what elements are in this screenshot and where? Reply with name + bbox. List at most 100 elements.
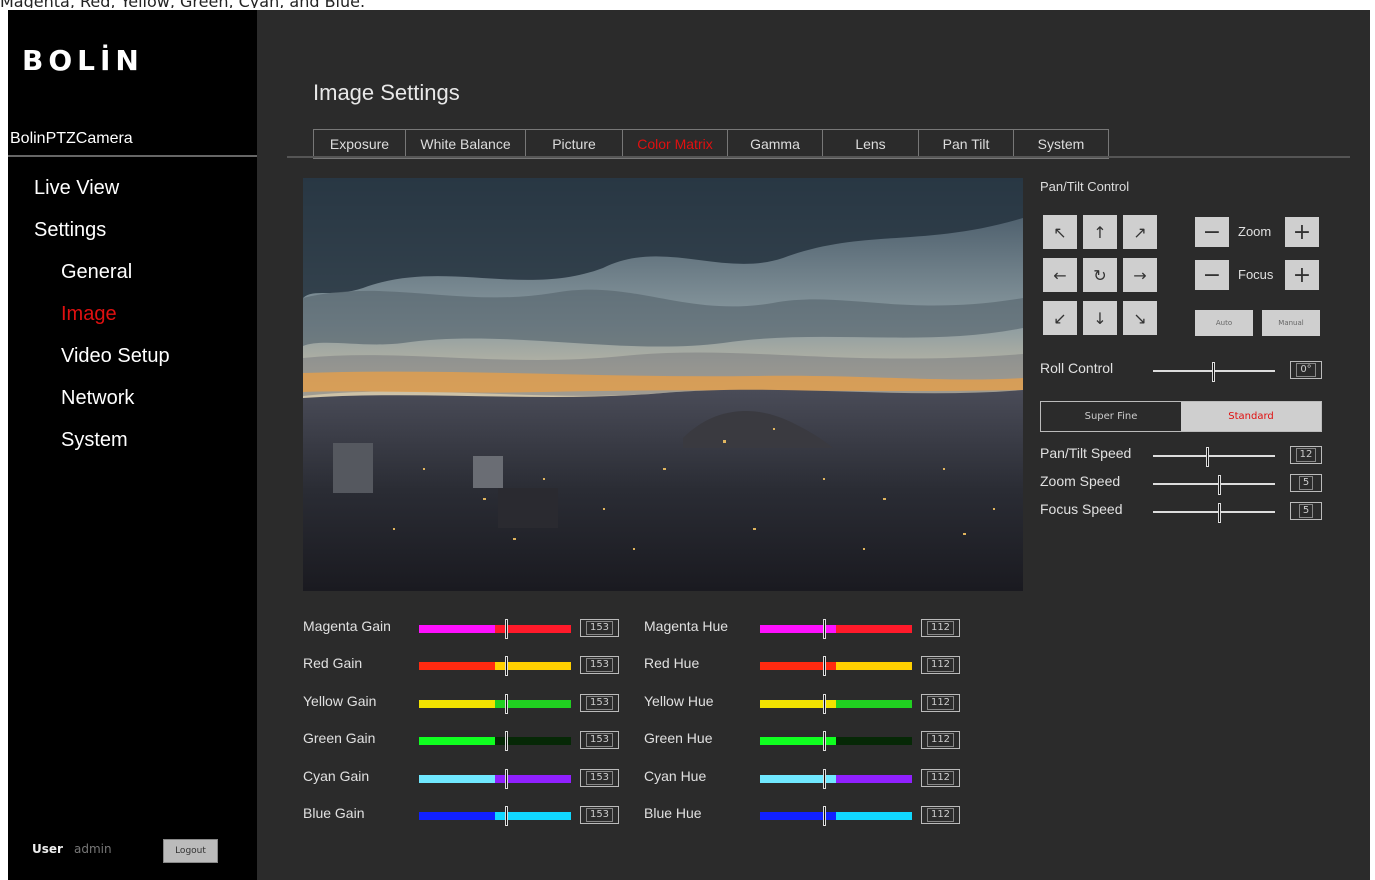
yellow-gain-slider[interactable] (419, 694, 571, 714)
focus-speed-row: Focus Speed 5 (1040, 501, 1322, 523)
focus-near-button[interactable]: − (1195, 260, 1229, 290)
focus-speed-value[interactable]: 5 (1290, 502, 1322, 520)
green-gain-slider[interactable] (419, 731, 571, 751)
device-name: BolinPTZCamera (10, 130, 133, 147)
magenta-gain-value[interactable]: 153 (580, 619, 619, 637)
slider-thumb[interactable] (823, 619, 826, 639)
green-gain-row: Green Gain 153 (303, 730, 619, 751)
roll-control-slider[interactable] (1153, 362, 1275, 382)
blue-hue-value[interactable]: 112 (921, 806, 960, 824)
nav-image[interactable]: Image (61, 303, 117, 326)
red-hue-value[interactable]: 112 (921, 656, 960, 674)
green-hue-row: Green Hue 112 (644, 730, 960, 751)
slider-thumb[interactable] (1218, 475, 1221, 495)
camera-preview (303, 178, 1023, 591)
zoom-out-button[interactable]: − (1195, 217, 1229, 247)
tab-pan-tilt[interactable]: Pan Tilt (918, 129, 1013, 159)
roll-control-value[interactable]: 0° (1290, 361, 1322, 379)
tab-white-balance[interactable]: White Balance (405, 129, 525, 159)
cyan-gain-row: Cyan Gain 153 (303, 768, 619, 789)
cyan-hue-value[interactable]: 112 (921, 769, 960, 787)
green-hue-value[interactable]: 112 (921, 731, 960, 749)
focus-speed-label: Focus Speed (1040, 501, 1123, 517)
slider-thumb[interactable] (823, 769, 826, 789)
pan-tilt-speed-slider[interactable] (1153, 447, 1275, 467)
focus-manual-button[interactable]: Manual (1262, 310, 1320, 336)
slider-thumb[interactable] (823, 806, 826, 826)
yellow-hue-value[interactable]: 112 (921, 694, 960, 712)
red-hue-row: Red Hue 112 (644, 655, 960, 676)
cyan-gain-slider[interactable] (419, 769, 571, 789)
slider-thumb[interactable] (505, 769, 508, 789)
home-reset-icon[interactable]: ↻ (1083, 258, 1117, 292)
yellow-gain-value[interactable]: 153 (580, 694, 619, 712)
magenta-hue-row: Magenta Hue 112 (644, 618, 960, 639)
arrow-left-icon[interactable]: ← (1043, 258, 1077, 292)
slider-thumb[interactable] (505, 694, 508, 714)
magenta-gain-label: Magenta Gain (303, 618, 391, 634)
slider-thumb[interactable] (823, 731, 826, 751)
user-label: User (32, 842, 63, 856)
nav-live-view[interactable]: Live View (34, 177, 119, 200)
arrow-up-left-icon[interactable]: ↖ (1043, 215, 1077, 249)
green-gain-value[interactable]: 153 (580, 731, 619, 749)
slider-thumb[interactable] (505, 731, 508, 751)
arrow-down-right-icon[interactable]: ↘ (1123, 301, 1157, 335)
slider-thumb[interactable] (1212, 362, 1215, 382)
nav-general[interactable]: General (61, 261, 132, 284)
blue-gain-row: Blue Gain 153 (303, 805, 619, 826)
slider-thumb[interactable] (505, 806, 508, 826)
tab-exposure[interactable]: Exposure (313, 129, 405, 159)
focus-auto-button[interactable]: Auto (1195, 310, 1253, 336)
super-fine-option[interactable]: Super Fine (1041, 402, 1181, 431)
red-gain-slider[interactable] (419, 656, 571, 676)
nav-network[interactable]: Network (61, 387, 134, 410)
nav-settings[interactable]: Settings (34, 219, 106, 242)
focus-speed-slider[interactable] (1153, 503, 1275, 523)
blue-gain-slider[interactable] (419, 806, 571, 826)
slider-thumb[interactable] (505, 619, 508, 639)
tab-picture[interactable]: Picture (525, 129, 622, 159)
slider-thumb[interactable] (1218, 503, 1221, 523)
zoom-in-button[interactable]: + (1285, 217, 1319, 247)
main-panel: Image Settings Exposure White Balance Pi… (257, 10, 1370, 880)
divider (8, 155, 257, 157)
zoom-speed-value[interactable]: 5 (1290, 474, 1322, 492)
tab-lens[interactable]: Lens (822, 129, 918, 159)
standard-option[interactable]: Standard (1181, 402, 1321, 431)
yellow-hue-slider[interactable] (760, 694, 912, 714)
arrow-up-icon[interactable]: ↑ (1083, 215, 1117, 249)
cyan-hue-slider[interactable] (760, 769, 912, 789)
sidebar: BOLİN BolinPTZCamera Live View Settings … (8, 10, 257, 880)
nav-system[interactable]: System (61, 429, 128, 452)
yellow-hue-label: Yellow Hue (644, 693, 714, 709)
slider-thumb[interactable] (823, 694, 826, 714)
tab-gamma[interactable]: Gamma (727, 129, 822, 159)
nav-video-setup[interactable]: Video Setup (61, 345, 170, 368)
tab-color-matrix[interactable]: Color Matrix (622, 129, 727, 159)
red-gain-value[interactable]: 153 (580, 656, 619, 674)
cyan-hue-row: Cyan Hue 112 (644, 768, 960, 789)
pan-tilt-speed-value[interactable]: 12 (1290, 446, 1322, 464)
blue-gain-value[interactable]: 153 (580, 806, 619, 824)
magenta-hue-value[interactable]: 112 (921, 619, 960, 637)
logout-button[interactable]: Logout (163, 839, 218, 863)
magenta-hue-slider[interactable] (760, 619, 912, 639)
arrow-down-icon[interactable]: ↓ (1083, 301, 1117, 335)
magenta-gain-slider[interactable] (419, 619, 571, 639)
slider-thumb[interactable] (1206, 447, 1209, 467)
focus-far-button[interactable]: + (1285, 260, 1319, 290)
zoom-speed-slider[interactable] (1153, 475, 1275, 495)
pan-tilt-speed-row: Pan/Tilt Speed 12 (1040, 445, 1322, 467)
slider-thumb[interactable] (505, 656, 508, 676)
arrow-up-right-icon[interactable]: ↗ (1123, 215, 1157, 249)
cyan-gain-value[interactable]: 153 (580, 769, 619, 787)
speed-mode-toggle: Super Fine Standard (1040, 401, 1322, 432)
tab-system[interactable]: System (1013, 129, 1109, 159)
blue-hue-slider[interactable] (760, 806, 912, 826)
arrow-down-left-icon[interactable]: ↙ (1043, 301, 1077, 335)
slider-thumb[interactable] (823, 656, 826, 676)
green-hue-slider[interactable] (760, 731, 912, 751)
arrow-right-icon[interactable]: → (1123, 258, 1157, 292)
red-hue-slider[interactable] (760, 656, 912, 676)
